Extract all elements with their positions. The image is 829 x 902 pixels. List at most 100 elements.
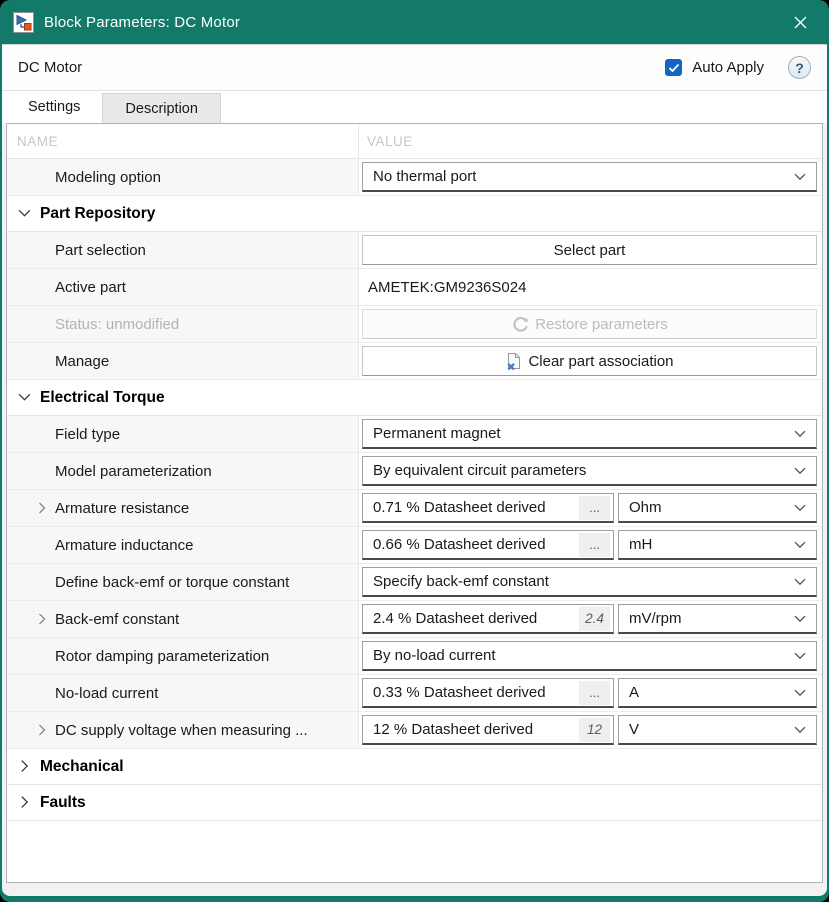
param-name-cell: Status: unmodified [7, 306, 359, 342]
window-title: Block Parameters: DC Motor [44, 14, 240, 31]
param-value-cell: Restore parameters [359, 306, 822, 342]
param-value-cell: Permanent magnet [359, 416, 822, 452]
chevron-down-icon[interactable] [794, 541, 806, 548]
ellipsis-button[interactable]: ... [579, 533, 610, 557]
param-label: Modeling option [7, 169, 161, 186]
param-value-cell: Select part [359, 232, 822, 268]
section-mechanical[interactable]: Mechanical [7, 749, 822, 785]
param-name-cell: Part selection [7, 232, 359, 268]
chevron-down-icon[interactable] [794, 173, 806, 180]
param-value-cell: By equivalent circuit parameters [359, 453, 822, 489]
chevron-down-icon[interactable] [794, 430, 806, 437]
chevron-down-icon[interactable] [794, 689, 806, 696]
chevron-down-icon[interactable] [794, 504, 806, 511]
dialog-body: DC Motor Auto Apply ? SettingsDescriptio… [2, 44, 827, 896]
value-column-header: VALUE [367, 134, 413, 149]
button-clear-part-association[interactable]: Clear part association [362, 346, 817, 376]
param-name-cell: Modeling option [7, 159, 359, 195]
chevron-down-icon[interactable] [18, 209, 31, 217]
param-label: Field type [7, 426, 120, 443]
section-part-repository[interactable]: Part Repository [7, 196, 822, 232]
value-input-text: 2.4 % Datasheet derived [373, 610, 537, 627]
tab-settings[interactable]: Settings [6, 91, 102, 123]
parameters-panel: NAME VALUE Modeling option No thermal por… [6, 123, 823, 883]
chevron-down-icon[interactable] [794, 652, 806, 659]
param-name-cell: Armature inductance [7, 527, 359, 563]
button-select-part[interactable]: Select part [362, 235, 817, 265]
chevron-down-icon[interactable] [794, 726, 806, 733]
block-parameters-dialog: Block Parameters: DC Motor DC Motor Auto… [0, 0, 829, 902]
parameter-rows: Modeling option No thermal port Part Repos… [7, 159, 822, 882]
block-name: DC Motor [18, 59, 82, 76]
block-header-bar: DC Motor Auto Apply ? [2, 45, 827, 91]
section-label: Mechanical [40, 758, 124, 776]
section-label: Electrical Torque [40, 389, 165, 407]
param-name-cell: No-load current [7, 675, 359, 711]
value-input-no-load-current[interactable]: 0.33 % Datasheet derived... [362, 678, 614, 708]
unit-value: V [629, 721, 639, 738]
close-icon[interactable] [786, 8, 814, 36]
value-input-armature-resistance[interactable]: 0.71 % Datasheet derived... [362, 493, 614, 523]
clear-part-icon [505, 352, 523, 371]
unit-dropdown-dc-supply-voltage-when-measuring[interactable]: V [618, 715, 817, 745]
evaluated-value-badge[interactable]: 2.4 [579, 607, 610, 631]
ellipsis-button[interactable]: ... [579, 496, 610, 520]
dropdown-model-parameterization[interactable]: By equivalent circuit parameters [362, 456, 817, 486]
tab-strip: SettingsDescription [2, 91, 827, 123]
param-name-cell: Active part [7, 269, 359, 305]
section-label: Faults [40, 794, 86, 812]
unit-value: A [629, 684, 639, 701]
dropdown-rotor-damping-parameterization[interactable]: By no-load current [362, 641, 817, 671]
unit-dropdown-no-load-current[interactable]: A [618, 678, 817, 708]
value-input-armature-inductance[interactable]: 0.66 % Datasheet derived... [362, 530, 614, 560]
name-column-header: NAME [17, 134, 58, 149]
tab-description[interactable]: Description [102, 93, 221, 123]
chevron-down-icon[interactable] [794, 467, 806, 474]
help-button[interactable]: ? [788, 56, 811, 79]
value-input-dc-supply-voltage-when-measuring[interactable]: 12 % Datasheet derived12 [362, 715, 614, 745]
chevron-right-icon[interactable] [18, 762, 31, 770]
param-value-cell: 2.4 % Datasheet derived 2.4 mV/rpm [359, 601, 822, 637]
unit-dropdown-back-emf-constant[interactable]: mV/rpm [618, 604, 817, 634]
chevron-down-icon[interactable] [794, 578, 806, 585]
button-label: Select part [554, 242, 626, 259]
param-name-cell: Field type [7, 416, 359, 452]
value-input-back-emf-constant[interactable]: 2.4 % Datasheet derived 2.4 [362, 604, 614, 634]
unit-value: Ohm [629, 499, 662, 516]
param-label: Rotor damping parameterization [7, 648, 269, 665]
unit-dropdown-armature-resistance[interactable]: Ohm [618, 493, 817, 523]
row-armature-resistance: Armature resistance0.71 % Datasheet deri… [7, 490, 822, 527]
unit-value: mV/rpm [629, 610, 682, 627]
value-input-text: 0.33 % Datasheet derived [373, 684, 546, 701]
dropdown-value: By equivalent circuit parameters [373, 462, 586, 479]
dropdown-define-back-emf-or-torque-constant[interactable]: Specify back-emf constant [362, 567, 817, 597]
evaluated-value-badge[interactable]: 12 [579, 718, 610, 742]
section-faults[interactable]: Faults [7, 785, 822, 821]
chevron-right-icon[interactable] [36, 726, 48, 733]
button-label: Restore parameters [535, 316, 668, 333]
dropdown-modeling-option[interactable]: No thermal port [362, 162, 817, 192]
row-armature-inductance: Armature inductance 0.66 % Datasheet deri… [7, 527, 822, 564]
param-label: Part selection [7, 242, 146, 259]
row-field-type: Field type Permanent magnet [7, 416, 822, 453]
param-label: DC supply voltage when measuring ... [7, 722, 308, 739]
value-text: AMETEK:GM9236S024 [362, 279, 526, 296]
chevron-down-icon[interactable] [18, 393, 31, 401]
row-rotor-damping-parameterization: Rotor damping parameterization By no-load… [7, 638, 822, 675]
chevron-right-icon[interactable] [36, 504, 48, 511]
dropdown-value: By no-load current [373, 647, 496, 664]
ellipsis-button[interactable]: ... [579, 681, 610, 705]
dropdown-field-type[interactable]: Permanent magnet [362, 419, 817, 449]
param-label: Armature inductance [7, 537, 193, 554]
chevron-down-icon[interactable] [794, 615, 806, 622]
section-electrical-torque[interactable]: Electrical Torque [7, 380, 822, 416]
unit-dropdown-armature-inductance[interactable]: mH [618, 530, 817, 560]
auto-apply-checkbox[interactable] [665, 59, 682, 76]
chevron-right-icon[interactable] [18, 798, 31, 806]
param-name-cell: Model parameterization [7, 453, 359, 489]
param-label: Active part [7, 279, 126, 296]
chevron-right-icon[interactable] [36, 615, 48, 622]
row-modeling-option: Modeling option No thermal port [7, 159, 822, 196]
row-part-selection: Part selection Select part [7, 232, 822, 269]
param-value-cell: Clear part association [359, 343, 822, 379]
